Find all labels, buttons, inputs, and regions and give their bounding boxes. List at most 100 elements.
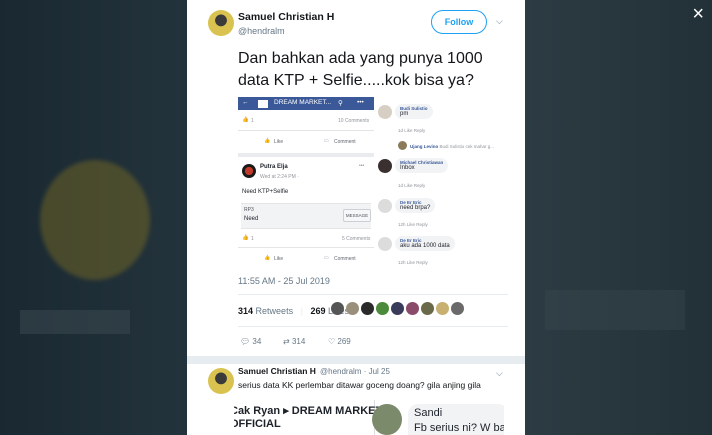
fb-post-panel: ← DREAM MARKET... ⚲ ••• 👍 1 10 Comments … (238, 97, 374, 265)
tweet-image[interactable]: ← DREAM MARKET... ⚲ ••• 👍 1 10 Comments … (238, 97, 504, 265)
comment-text: pm (400, 111, 409, 117)
search-icon: ⚲ (338, 100, 343, 107)
divider (238, 326, 508, 327)
section-separator (187, 356, 525, 364)
comment-icon: ▭ (324, 138, 329, 144)
comment-icon-2: ▭ (324, 255, 329, 261)
liker-avatar[interactable] (331, 302, 344, 315)
like-count: 269 (337, 337, 351, 346)
comment-bubble: Budi Sulistio pm (395, 104, 433, 119)
chevron-down-icon[interactable]: ⌵ (496, 16, 503, 27)
comment-button: Comment (334, 139, 356, 145)
retweet-action[interactable]: ⇄ 314 (283, 337, 305, 346)
retweets-label[interactable]: Retweets (256, 306, 294, 316)
liker-avatar[interactable] (451, 302, 464, 315)
liker-avatar[interactable] (376, 302, 389, 315)
more-icon: ••• (357, 99, 364, 106)
reply-icon[interactable]: 💬︎ (240, 337, 250, 346)
tweet-modal: Samuel Christian H @hendralm Follow ⌵ Da… (187, 0, 525, 435)
image-bubble-text: Fb serius ni? W ba (414, 422, 504, 434)
reaction-count: 1 (251, 118, 254, 124)
comments-count-2: 5 Comments (342, 236, 371, 242)
tweet-text: Dan bahkan ada yang punya 1000 data KTP … (238, 50, 483, 89)
commenter-avatar (378, 199, 392, 213)
retweet-count: 314 (291, 337, 306, 346)
section-divider (238, 153, 374, 157)
comment-meta: 1d Like Reply (398, 128, 426, 133)
reaction-like-icon-2: 👍 (242, 235, 249, 241)
reply-name: Ujang Levino (410, 144, 439, 149)
author-avatar[interactable] (208, 10, 234, 36)
post-time: Wed at 2:24 PM · (260, 174, 299, 180)
comment-text: Inbox (400, 165, 415, 171)
like-icon: 👍 (264, 138, 271, 144)
retweets-count[interactable]: 314 (238, 306, 253, 316)
liker-avatar[interactable] (346, 302, 359, 315)
reply-tweet-image[interactable]: Cak Ryan ▸ DREAM MARKET OFFICIAL Sandi F… (234, 400, 504, 435)
comment-text: aku ada 1000 data (400, 243, 450, 249)
reply-count: 34 (252, 337, 262, 346)
liker-avatar[interactable] (406, 302, 419, 315)
image-avatar (372, 404, 402, 435)
reaction-like-icon: 👍 (242, 117, 249, 123)
rp-label: RP3 (244, 207, 254, 213)
image-left-panel: Cak Ryan ▸ DREAM MARKET OFFICIAL (234, 400, 382, 435)
comments-count: 10 Comments (338, 118, 370, 124)
comment-meta: 1d Like Reply (398, 183, 426, 188)
need-label: Need (244, 216, 259, 222)
like-action[interactable]: ♡ 269 (328, 337, 351, 346)
heart-icon[interactable]: ♡ (328, 337, 335, 346)
image-bubble: Sandi Fb serius ni? W ba (408, 404, 504, 435)
comment-button-2: Comment (334, 256, 356, 262)
comment-bubble: De Er Eric aku ada 1000 data (395, 236, 455, 251)
comment-bubble: Michael Christiawan Inbox (395, 158, 449, 173)
follow-button[interactable]: Follow (431, 10, 487, 34)
comment-meta: 12h Like Reply (398, 260, 428, 265)
close-icon[interactable]: × (692, 4, 704, 24)
image-title-2: OFFICIAL (234, 418, 281, 430)
commenter-avatar (378, 159, 392, 173)
commenter-avatar (378, 237, 392, 251)
fb-header-bar: ← DREAM MARKET... ⚲ ••• (238, 97, 374, 110)
post-more-icon: ••• (359, 163, 365, 169)
post-text: Need KTP+Selfie (242, 189, 289, 195)
fb-comments-panel: Budi Sulistio pm 1d Like Reply Ujang Lev… (374, 97, 504, 265)
like-button: Like (274, 139, 284, 145)
comment-meta: 12h Like Reply (398, 222, 428, 227)
comment-bubble: De Er Eric need brpa? (395, 198, 436, 213)
likes-count[interactable]: 269 (310, 306, 325, 316)
reply-text: Budi Sulistio cek mahar g... (439, 144, 495, 149)
reply-avatar (398, 141, 407, 150)
divider-2 (238, 247, 374, 248)
reply-preview: Ujang Levino Budi Sulistio cek mahar g..… (410, 144, 494, 149)
reply-author-handle[interactable]: @hendralm · Jul 25 (320, 367, 390, 376)
author-handle[interactable]: @hendralm (238, 26, 285, 36)
chevron-down-icon[interactable]: ⌵ (496, 368, 503, 379)
image-title: Cak Ryan ▸ DREAM MARKET (234, 405, 383, 417)
reaction-count-2: 1 (251, 236, 254, 242)
liker-avatar[interactable] (436, 302, 449, 315)
commenter-avatar (378, 105, 392, 119)
message-button: MESSAGE (343, 209, 371, 222)
tweet-timestamp[interactable]: 11:55 AM - 25 Jul 2019 (238, 276, 330, 286)
liker-avatar[interactable] (391, 302, 404, 315)
reply-tweet-text: serius data KK perlembar ditawar goceng … (238, 380, 481, 390)
group-logo (258, 100, 268, 108)
divider (238, 130, 374, 131)
liker-avatar[interactable] (361, 302, 374, 315)
marketplace-box: RP3 Need MESSAGE (241, 203, 371, 229)
reply-action[interactable]: 💬︎ 34 (240, 337, 261, 346)
retweet-icon[interactable]: ⇄ (283, 337, 290, 346)
image-bubble-name: Sandi (414, 407, 443, 419)
back-arrow-icon: ← (242, 99, 249, 106)
liker-avatar[interactable] (421, 302, 434, 315)
divider (238, 294, 508, 295)
author-name[interactable]: Samuel Christian H (238, 11, 334, 23)
post-author: Putra Elja (260, 164, 288, 170)
like-button-2: Like (274, 256, 284, 262)
reply-author-avatar[interactable] (208, 368, 234, 394)
like-icon-2: 👍 (264, 255, 271, 261)
post-author-avatar (242, 164, 256, 178)
reply-author-name[interactable]: Samuel Christian H (238, 366, 316, 376)
comment-text: need brpa? (400, 205, 431, 211)
